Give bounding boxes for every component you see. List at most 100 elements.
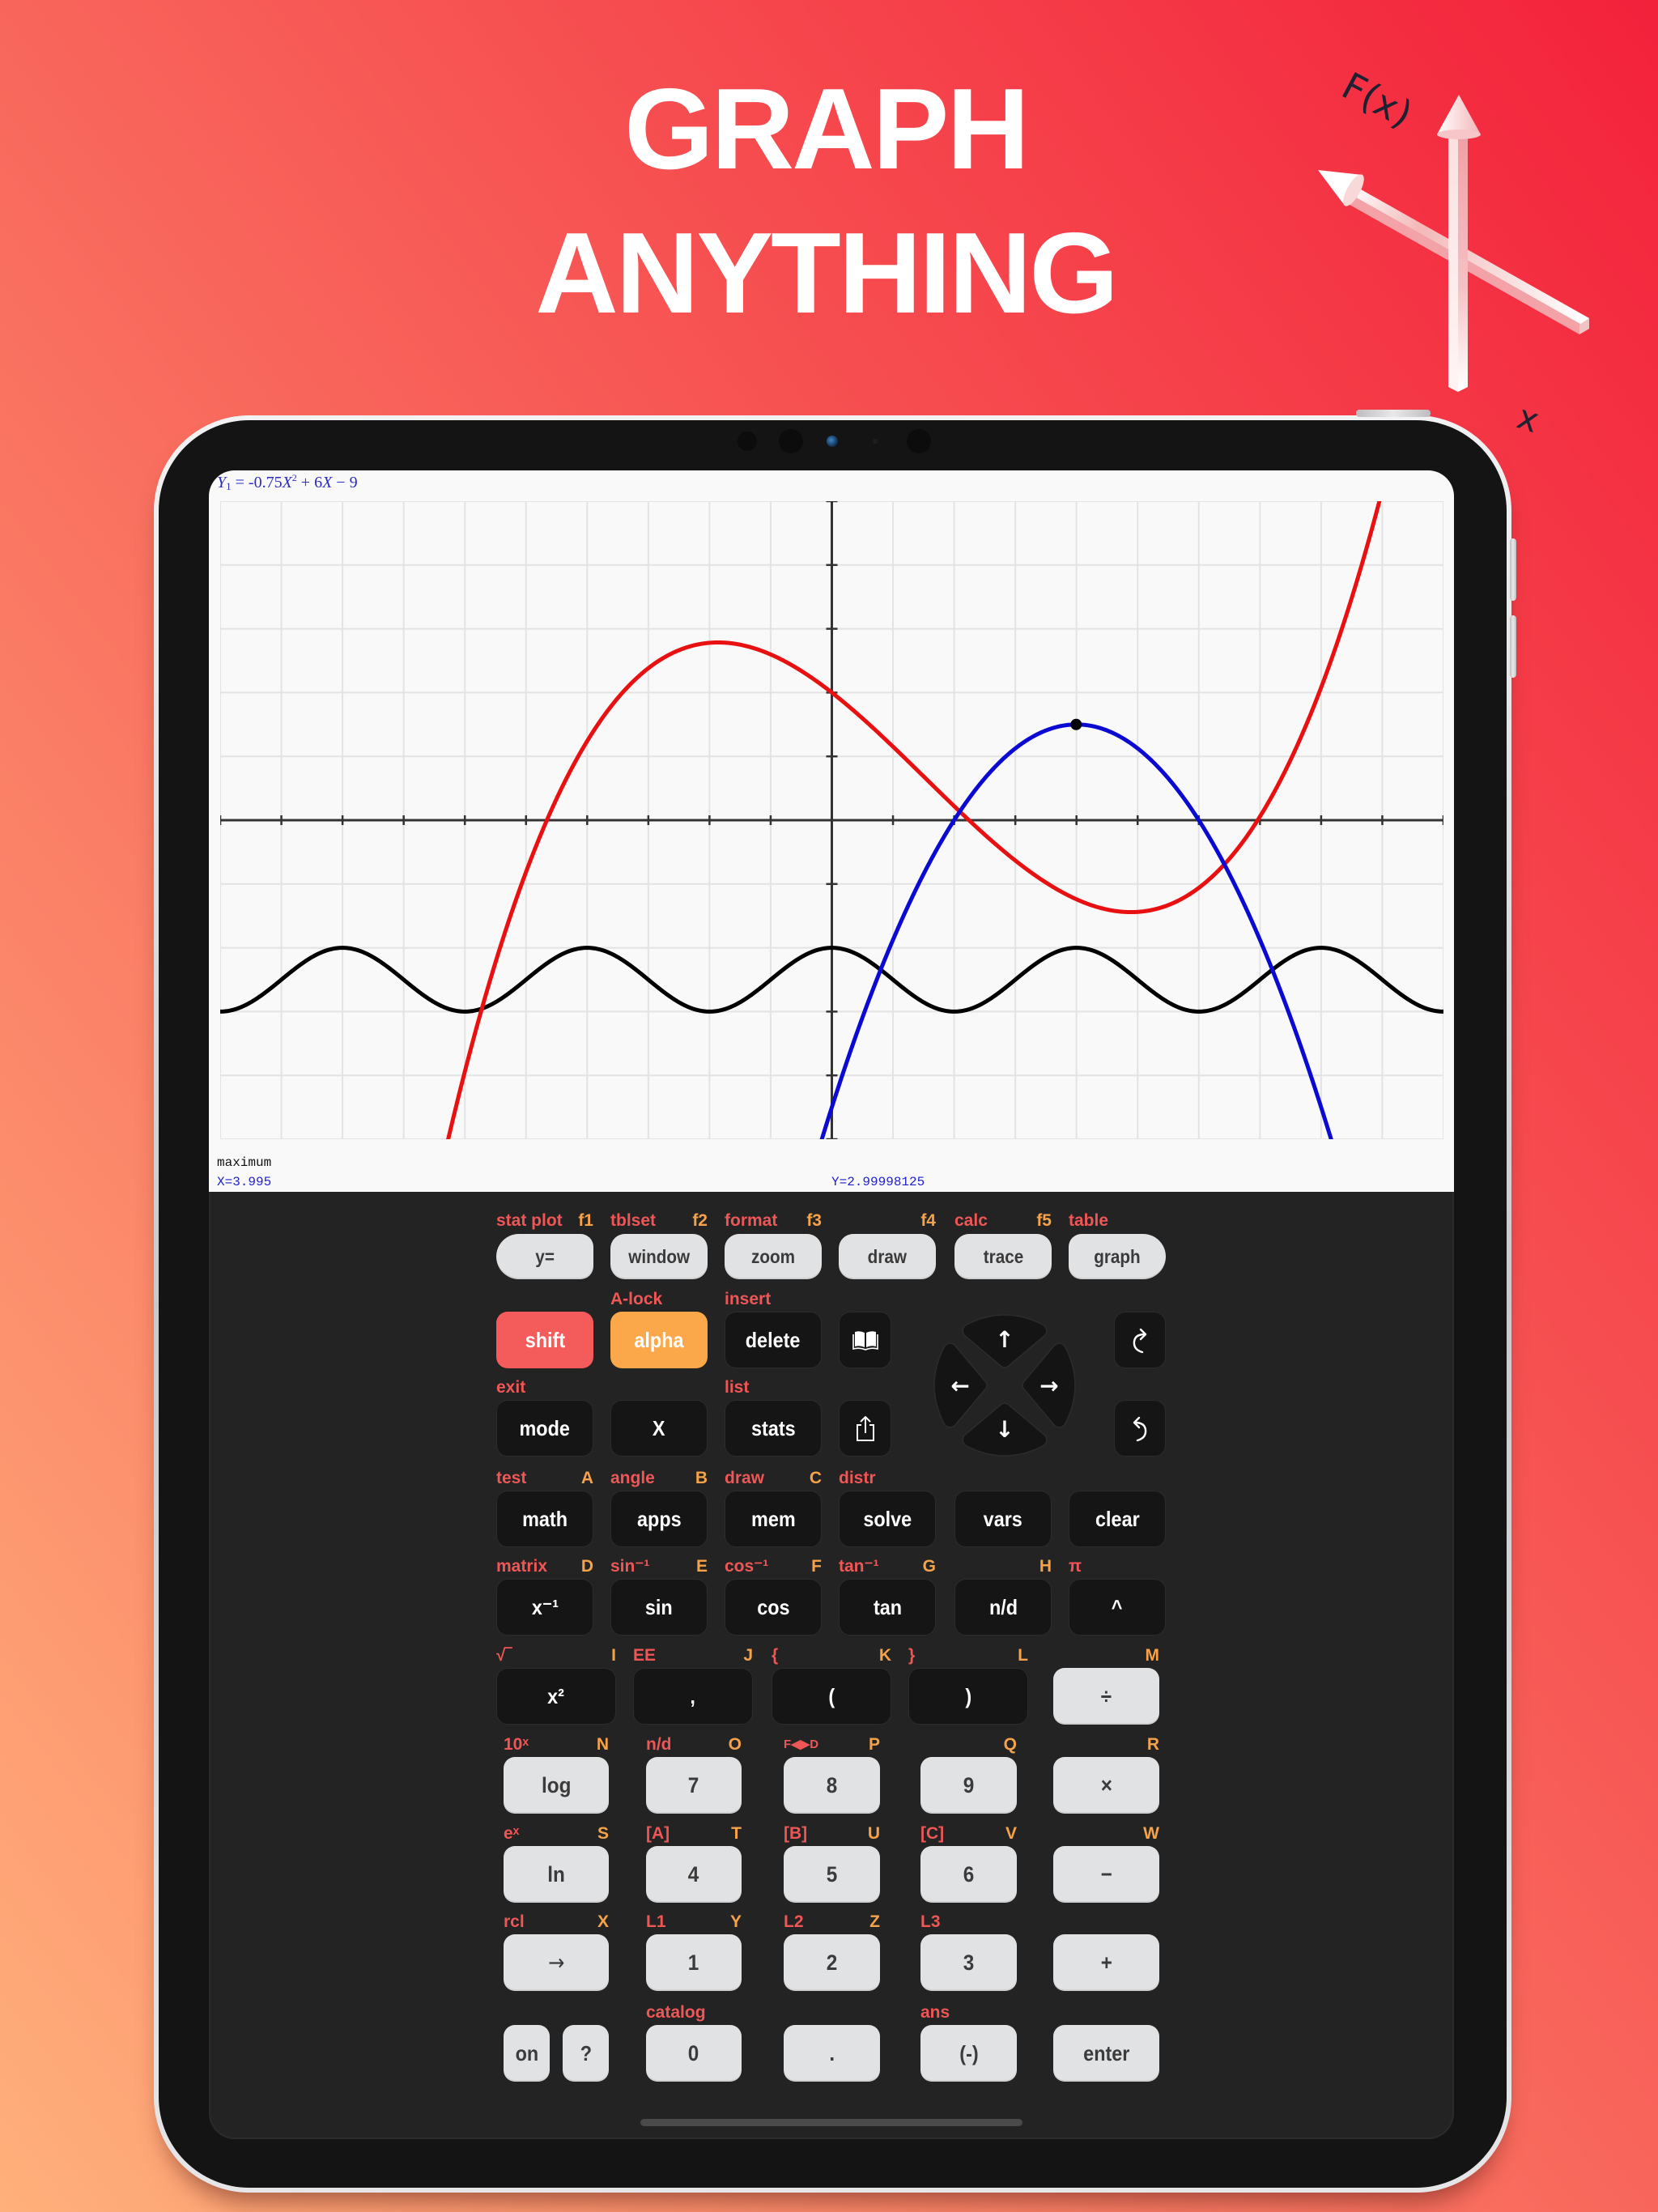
key-cos[interactable]: cos	[725, 1579, 822, 1636]
key-secondary-labels: matrix D	[496, 1557, 593, 1576]
key-mem[interactable]: mem	[725, 1491, 822, 1547]
sensor-icon	[907, 429, 931, 453]
key-close-paren[interactable]: )	[908, 1668, 1028, 1725]
key-4[interactable]: 4	[646, 1846, 742, 1903]
key-undo[interactable]	[1114, 1400, 1166, 1457]
key-store[interactable]: →	[504, 1934, 609, 1991]
key-secondary-labels: draw C	[725, 1469, 822, 1488]
key-square[interactable]: x²	[496, 1668, 616, 1725]
key-secondary-labels: EE J	[633, 1646, 753, 1665]
key-math[interactable]: math	[496, 1491, 593, 1547]
y-readout: Y=2.99998125	[831, 1175, 925, 1189]
key-share[interactable]	[839, 1400, 891, 1457]
key-fraction[interactable]: n/d	[954, 1579, 1052, 1636]
key-ln[interactable]: ln	[504, 1846, 609, 1903]
key-3[interactable]: 3	[920, 1934, 1017, 1991]
volume-down-button	[1510, 615, 1516, 678]
key-y-equals[interactable]: y=	[496, 1234, 593, 1279]
key-shift[interactable]: shift	[496, 1312, 593, 1368]
key-2[interactable]: 2	[784, 1934, 880, 1991]
key-1[interactable]: 1	[646, 1934, 742, 1991]
alpha-function-label: T	[731, 1824, 742, 1843]
key-x-variable[interactable]: X	[610, 1400, 708, 1457]
key-window[interactable]: window	[610, 1234, 708, 1279]
key-6[interactable]: 6	[920, 1846, 1017, 1903]
key-secondary-labels: F◀▶D P	[784, 1735, 880, 1755]
key-label: log	[541, 1772, 572, 1797]
shift-function-label: L3	[920, 1912, 941, 1931]
key-redo[interactable]	[1114, 1312, 1166, 1368]
alpha-function-label: U	[867, 1824, 880, 1843]
key-label: ?	[580, 2040, 592, 2065]
key-sin[interactable]: sin	[610, 1579, 708, 1636]
key-label: mem	[750, 1506, 796, 1531]
key-solve[interactable]: solve	[839, 1491, 936, 1547]
alpha-function-label: A	[580, 1469, 593, 1487]
shift-function-label: table	[1069, 1211, 1109, 1230]
key-vars[interactable]: vars	[954, 1491, 1052, 1547]
key-secondary-labels: W	[1053, 1824, 1159, 1844]
key-subtract[interactable]: −	[1053, 1846, 1159, 1903]
key-0[interactable]: 0	[646, 2025, 742, 2082]
key-trace[interactable]: trace	[954, 1234, 1052, 1279]
shift-function-label: A-lock	[610, 1290, 663, 1308]
key-5[interactable]: 5	[784, 1846, 880, 1903]
key-add[interactable]: +	[1053, 1934, 1159, 1991]
key-manual[interactable]	[839, 1312, 891, 1368]
key-label: 8	[826, 1772, 838, 1797]
key-8[interactable]: 8	[784, 1757, 880, 1814]
graph-plot-area[interactable]	[220, 501, 1443, 1139]
key-enter[interactable]: enter	[1053, 2025, 1159, 2082]
arrow-left-icon: ←	[950, 1372, 969, 1399]
shift-function-label: catalog	[646, 2003, 706, 2022]
arrow-right-icon: →	[1039, 1372, 1058, 1399]
key-zoom[interactable]: zoom	[725, 1234, 822, 1279]
shift-function-label: [C]	[920, 1824, 945, 1843]
key-divide[interactable]: ÷	[1053, 1668, 1159, 1725]
key-alpha[interactable]: alpha	[610, 1312, 708, 1368]
alpha-function-label: K	[878, 1646, 891, 1665]
key-7[interactable]: 7	[646, 1757, 742, 1814]
key-graph[interactable]: graph	[1069, 1234, 1166, 1279]
key-label: solve	[863, 1506, 912, 1531]
home-indicator[interactable]	[640, 2119, 1022, 2126]
key-label: .	[829, 2040, 835, 2065]
key-apps[interactable]: apps	[610, 1491, 708, 1547]
key-mode[interactable]: mode	[496, 1400, 593, 1457]
key-log[interactable]: log	[504, 1757, 609, 1814]
key-reciprocal[interactable]: x⁻¹	[496, 1579, 593, 1636]
key-secondary-labels: stat plot f1	[496, 1211, 593, 1231]
key-multiply[interactable]: ×	[1053, 1757, 1159, 1814]
key-secondary-labels	[1069, 1469, 1166, 1488]
key-on[interactable]: on	[504, 2025, 550, 2082]
eq-constant: − 9	[332, 474, 358, 491]
key-secondary-labels: L3	[920, 1912, 1017, 1932]
key-label: y=	[535, 1245, 555, 1267]
key-open-paren[interactable]: (	[772, 1668, 891, 1725]
key-label: )	[965, 1683, 971, 1708]
eq-y-var: Y	[217, 474, 227, 491]
key-comma[interactable]: ,	[633, 1668, 753, 1725]
illustration-y-label: F(x)	[1335, 64, 1419, 137]
key-stats[interactable]: stats	[725, 1400, 822, 1457]
key-tan[interactable]: tan	[839, 1579, 936, 1636]
key-help[interactable]: ?	[563, 2025, 609, 2082]
key-label: zoom	[750, 1245, 796, 1267]
key-label: trace	[983, 1245, 1023, 1267]
key-label: 1	[688, 1950, 699, 1975]
key-decimal[interactable]: .	[784, 2025, 880, 2082]
calculator-screen: Y1 = -0.75X2 + 6X − 9 maximum X=3.995 Y=…	[209, 470, 1454, 2139]
key-negative[interactable]: (-)	[920, 2025, 1017, 2082]
key-secondary-labels: π	[1069, 1557, 1166, 1576]
key-label: (	[828, 1683, 835, 1708]
key-clear[interactable]: clear	[1069, 1491, 1166, 1547]
key-secondary-labels: cos⁻¹ F	[725, 1557, 822, 1576]
key-label: enter	[1082, 2040, 1130, 2065]
shift-function-label: }	[908, 1646, 916, 1665]
key-9[interactable]: 9	[920, 1757, 1017, 1814]
key-delete[interactable]: delete	[725, 1312, 822, 1368]
key-power[interactable]: ^	[1069, 1579, 1166, 1636]
key-label: sin	[645, 1594, 673, 1619]
key-label: apps	[636, 1506, 682, 1531]
key-draw[interactable]: draw	[839, 1234, 936, 1279]
